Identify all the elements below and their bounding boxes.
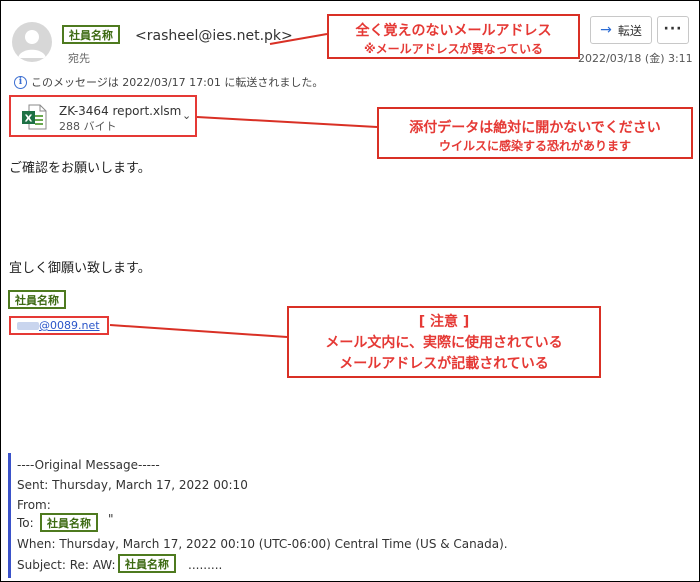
attachment-card[interactable]: X ZK-3464 report.xlsm 288 バイト ⌄ <box>9 95 197 137</box>
original-to-prefix: To: <box>17 516 34 530</box>
original-when: When: Thursday, March 17, 2022 00:10 (UT… <box>17 537 508 551</box>
original-subject-suffix: ......... <box>188 558 223 572</box>
original-message-header: ----Original Message----- <box>17 458 160 472</box>
forward-label: 転送 <box>617 23 642 38</box>
callout-unknown-address: 全く覚えのないメールアドレス ※メールアドレスが異なっている <box>327 14 580 59</box>
callout-unknown-address-line1: 全く覚えのないメールアドレス <box>355 23 552 39</box>
chevron-down-icon[interactable]: ⌄ <box>182 109 191 122</box>
callout-note-title: [ 注意 ] <box>418 314 470 330</box>
forwarded-info-text: このメッセージは 2022/03/17 17:01 に転送されました。 <box>31 76 324 89</box>
callout-unknown-address-line2: ※メールアドレスが異なっている <box>363 42 544 56</box>
to-label: 宛先 <box>68 52 90 65</box>
signature-name-badge: 社員名称 <box>8 290 66 309</box>
callout-attachment-warning: 添付データは絶対に開かないでください ウイルスに感染する恐れがあります <box>377 107 693 159</box>
to-name-badge: 社員名称 <box>40 513 98 532</box>
attachment-file-name: ZK-3464 report.xlsm <box>59 104 182 118</box>
received-date: 2022/03/18 (金) 3:11 <box>578 52 693 65</box>
more-actions-button[interactable]: ··· <box>657 16 689 44</box>
callout-note: [ 注意 ] メール文内に、実際に使用されている メールアドレスが記載されている <box>287 306 601 378</box>
forwarded-info: i このメッセージは 2022/03/17 17:01 に転送されました。 <box>14 74 323 90</box>
attachment-file-size: 288 バイト <box>59 120 117 133</box>
closing-text: 宜しく御願い致します。 <box>9 261 151 276</box>
quote-bar <box>8 453 11 578</box>
original-subject-prefix: Subject: Re: AW: <box>17 558 116 572</box>
excel-file-icon: X <box>22 104 47 130</box>
redacted-text <box>17 322 39 330</box>
info-icon: i <box>14 75 27 89</box>
callout-note-line2: メールアドレスが記載されている <box>339 356 549 372</box>
callout-attachment-line1: 添付データは絶対に開かないでください <box>409 120 661 136</box>
forward-button[interactable]: → 転送 <box>590 16 652 44</box>
arrow-right-icon: → <box>600 22 612 38</box>
signature-email-link[interactable]: @0089.net <box>9 316 109 335</box>
greeting-text: ご確認をお願いします。 <box>9 161 151 176</box>
original-to-suffix: " <box>108 512 114 526</box>
callout-attachment-line2: ウイルスに感染する恐れがあります <box>438 139 631 153</box>
signature-email: @0089.net <box>39 319 100 332</box>
subject-name-badge: 社員名称 <box>118 554 176 573</box>
callout-note-line1: メール文内に、実際に使用されている <box>325 335 563 351</box>
person-icon <box>18 30 46 58</box>
sender-name-badge: 社員名称 <box>62 25 120 44</box>
original-from: From: <box>17 498 51 512</box>
original-sent: Sent: Thursday, March 17, 2022 00:10 <box>17 478 248 492</box>
svg-text:X: X <box>25 114 33 125</box>
avatar <box>12 22 52 62</box>
sender-address[interactable]: <rasheel@ies.net.pk> <box>135 28 293 44</box>
